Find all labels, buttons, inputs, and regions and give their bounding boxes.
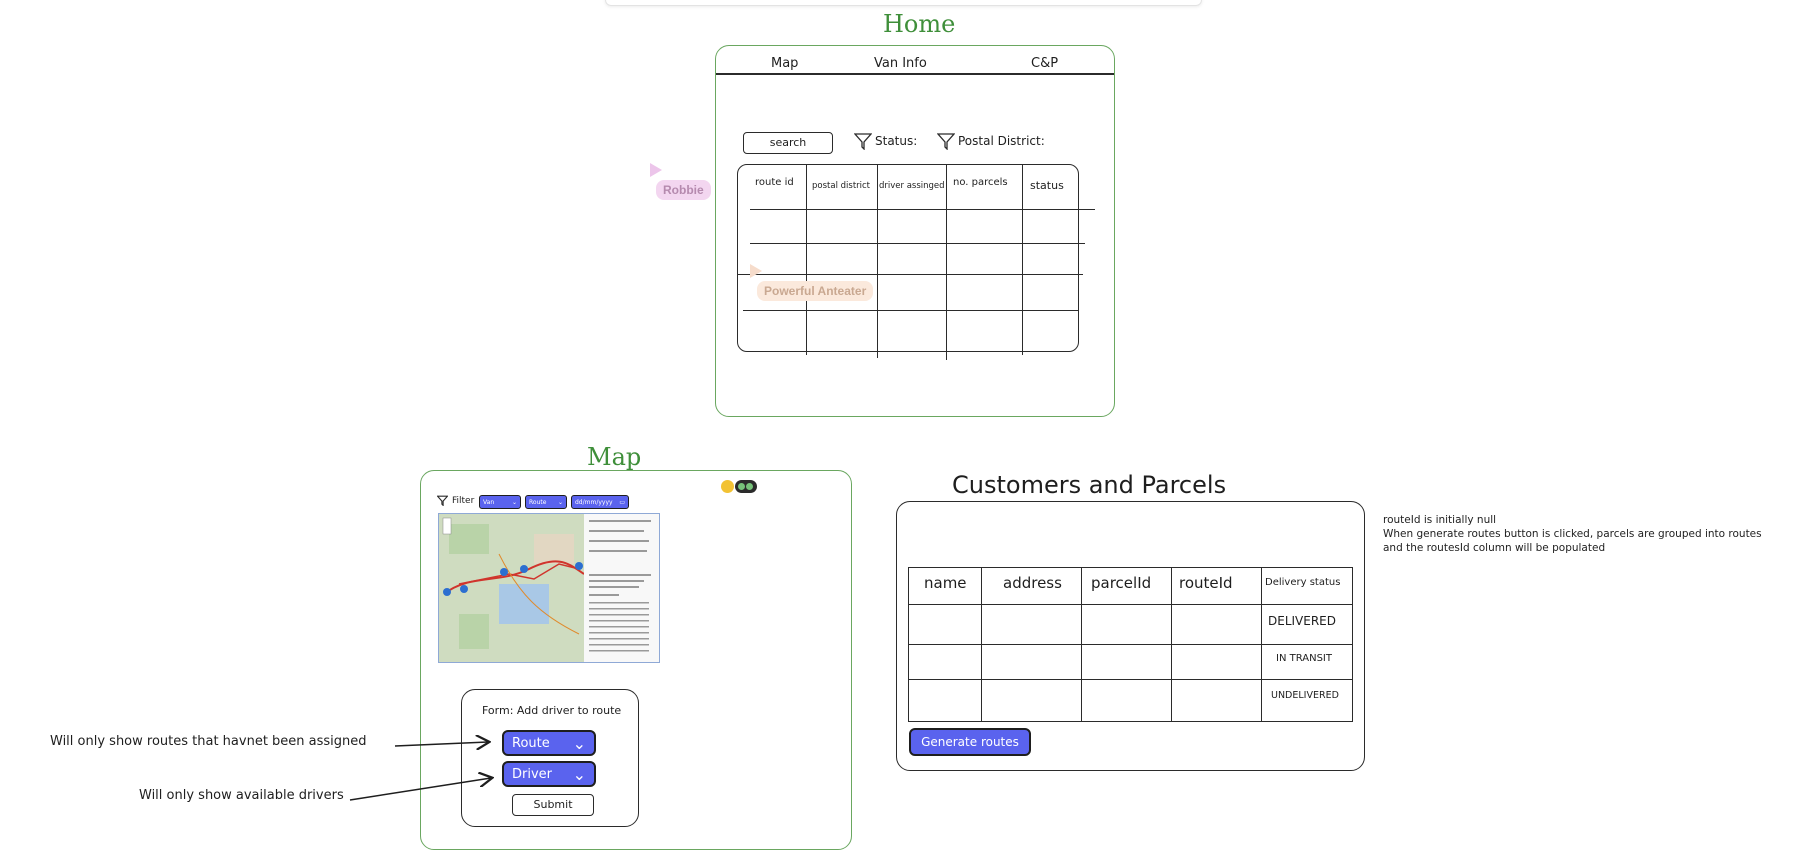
status-in-transit: IN TRANSIT	[1276, 653, 1332, 664]
table-divider	[909, 604, 1352, 606]
parcels-table: name address parcelId routeId Delivery s…	[908, 567, 1353, 722]
table-divider	[909, 644, 1352, 646]
generate-routes-button[interactable]: Generate routes	[909, 728, 1031, 756]
col-name: name	[924, 574, 967, 592]
cp-frame: name address parcelId routeId Delivery s…	[896, 501, 1365, 771]
note-line: routeId is initially null	[1383, 514, 1497, 526]
col-route-id: routeId	[1179, 574, 1233, 592]
col-parcel-id: parcelId	[1091, 574, 1152, 592]
status-delivered: DELIVERED	[1268, 614, 1336, 628]
col-address: address	[1003, 574, 1062, 592]
cp-title: Customers and Parcels	[952, 471, 1227, 499]
generate-routes-label: Generate routes	[921, 735, 1019, 749]
col-delivery-status: Delivery status	[1265, 577, 1341, 588]
note-line: When generate routes button is clicked, …	[1383, 528, 1762, 540]
table-divider	[909, 679, 1352, 681]
note-line: and the routesId column will be populate…	[1383, 542, 1606, 554]
arrow	[394, 742, 488, 746]
status-undelivered: UNDELIVERED	[1271, 690, 1339, 701]
route-id-note: routeId is initially null When generate …	[1383, 513, 1788, 555]
arrow	[349, 778, 491, 801]
